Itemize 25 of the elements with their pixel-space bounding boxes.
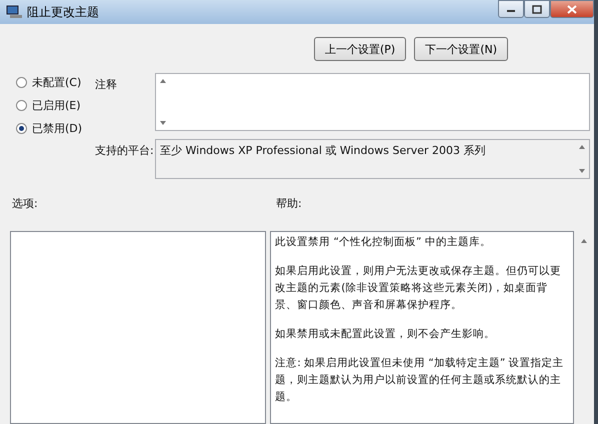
help-paragraph: 如果禁用或未配置此设置，则不会产生影响。 <box>275 327 496 342</box>
comment-label: 注释 <box>95 77 118 93</box>
window-title: 阻止更改主题 <box>27 4 99 20</box>
maximize-icon <box>532 4 542 14</box>
radio-label: 已禁用(D) <box>32 120 82 136</box>
comment-field[interactable] <box>155 73 590 131</box>
help-label: 帮助: <box>276 196 302 212</box>
minimize-button[interactable] <box>498 0 524 18</box>
radio-button[interactable] <box>16 100 27 110</box>
nav-button[interactable]: 下一个设置(N) <box>414 37 508 61</box>
maximize-button[interactable] <box>524 0 550 18</box>
help-paragraph: 如果启用此设置，则用户无法更改或保存主题。但仍可以更改主题的元素(除非设置策略将这些元素关闭)，如桌面背景、窗口颜色、声音和屏幕保护程序。 <box>275 264 562 313</box>
help-paragraph: 此设置禁用 “个性化控制面板” 中的主题库。 <box>275 235 492 250</box>
radio-label: 未配置(C) <box>32 74 82 90</box>
platform-label: 支持的平台: <box>95 143 155 159</box>
radio-button[interactable] <box>16 122 27 134</box>
radio-label: 已启用(E) <box>32 98 81 112</box>
computer-icon <box>6 5 22 19</box>
nav-button[interactable]: 上一个设置(P) <box>314 37 406 61</box>
help-paragraph: 注意: 如果启用此设置但未使用 “加载特定主题” 设置指定主题，则主题默认为用户以前设置的任何主题或系统默认的主题。 <box>275 356 565 405</box>
platform-text: 至少 Windows XP Professional 或 Windows Server 2003 系列 <box>159 143 487 159</box>
close-icon <box>567 4 577 14</box>
options-label: 选项: <box>11 196 39 212</box>
close-button[interactable] <box>550 0 594 18</box>
radio-button[interactable] <box>16 76 27 88</box>
